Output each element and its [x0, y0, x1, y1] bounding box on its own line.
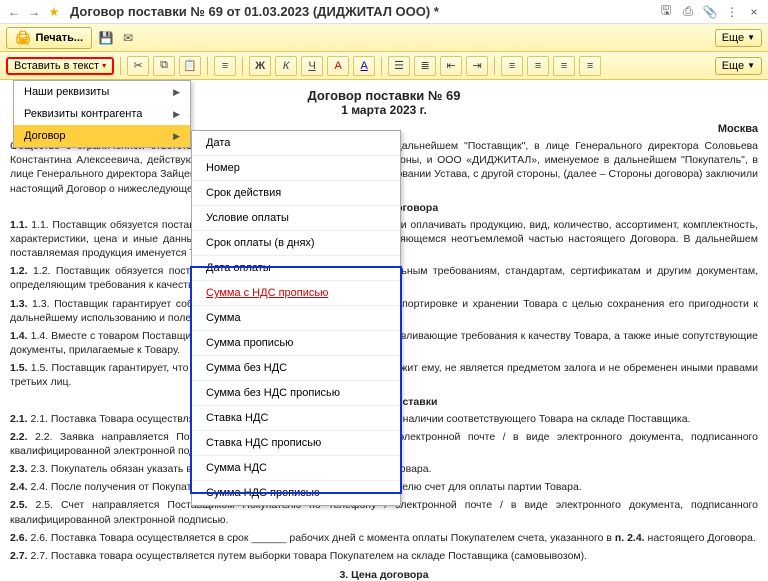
close-icon[interactable]: ×	[746, 4, 762, 20]
clip-icon[interactable]: 📎	[702, 4, 718, 20]
paste-icon[interactable]: 📋	[179, 56, 201, 76]
chevron-right-icon: ▶	[173, 109, 180, 120]
submenu-vat-sum-words[interactable]: Сумма НДС прописью	[192, 481, 400, 505]
submenu-pay-date[interactable]: Дата оплаты	[192, 256, 400, 281]
submenu-sum-vat-words[interactable]: Сумма с НДС прописью	[192, 281, 400, 306]
italic-button[interactable]: К	[275, 56, 297, 76]
submenu-pay-cond[interactable]: Условие оплаты	[192, 206, 400, 231]
menu-item-counterparty-requisites[interactable]: Реквизиты контрагента ▶	[14, 103, 190, 125]
mail-icon[interactable]: ✉	[120, 30, 136, 46]
submenu-sum[interactable]: Сумма	[192, 306, 400, 331]
submenu-pay-term[interactable]: Срок оплаты (в днях)	[192, 231, 400, 256]
menu-icon[interactable]: ⋮	[724, 4, 740, 20]
window-title: Договор поставки № 69 от 01.03.2023 (ДИД…	[70, 4, 658, 19]
chevron-right-icon: ▶	[173, 131, 180, 142]
align-center-icon[interactable]: ≡	[527, 56, 549, 76]
copy-icon[interactable]: ⧉	[153, 56, 175, 76]
list-number-icon[interactable]: ≣	[414, 56, 436, 76]
more-button-1[interactable]: Еще ▼	[715, 29, 762, 47]
cut-icon[interactable]: ✂	[127, 56, 149, 76]
toolbar-primary: 🖨 Печать... 💾 ✉ Еще ▼	[0, 24, 768, 52]
outdent-icon[interactable]: ⇤	[440, 56, 462, 76]
submenu-validity[interactable]: Срок действия	[192, 181, 400, 206]
align-left2-icon[interactable]: ≡	[501, 56, 523, 76]
list-bullet-icon[interactable]: ☰	[388, 56, 410, 76]
submenu-date[interactable]: Дата	[192, 131, 400, 156]
indent-icon[interactable]: ⇥	[466, 56, 488, 76]
back-icon[interactable]: ←	[6, 4, 22, 20]
font-color-button[interactable]: А	[353, 56, 375, 76]
submenu-vat-sum[interactable]: Сумма НДС	[192, 456, 400, 481]
submenu-number[interactable]: Номер	[192, 156, 400, 181]
more-button-2[interactable]: Еще ▼	[715, 57, 762, 75]
print-small-icon[interactable]: ⎙	[680, 4, 696, 20]
submenu-sum-novat-words[interactable]: Сумма без НДС прописью	[192, 381, 400, 406]
menu-item-our-requisites[interactable]: Наши реквизиты ▶	[14, 81, 190, 103]
printer-icon: 🖨	[15, 30, 32, 46]
toolbar-editor: Вставить в текст ▾ ✂ ⧉ 📋 ≡ Ж К Ч А А ☰ ≣…	[0, 52, 768, 80]
forward-icon[interactable]: →	[26, 4, 42, 20]
submenu-vat-rate-words[interactable]: Ставка НДС прописью	[192, 431, 400, 456]
align-justify-icon[interactable]: ≡	[579, 56, 601, 76]
chevron-down-icon: ▾	[102, 61, 106, 70]
chevron-right-icon: ▶	[173, 87, 180, 98]
para-2-6: 2.6. 2.6. Поставка Товара осуществляется…	[10, 531, 758, 545]
insert-text-button[interactable]: Вставить в текст ▾	[6, 57, 114, 75]
para-2-7: 2.7. 2.7. Поставка товара осуществляется…	[10, 549, 758, 563]
strike-button[interactable]: А	[327, 56, 349, 76]
chevron-down-icon: ▼	[747, 61, 755, 70]
align-right-icon[interactable]: ≡	[553, 56, 575, 76]
save-icon[interactable]: 💾	[98, 30, 114, 46]
submenu-sum-novat[interactable]: Сумма без НДС	[192, 356, 400, 381]
window-titlebar: ← → ★ Договор поставки № 69 от 01.03.202…	[0, 0, 768, 24]
print-button[interactable]: 🖨 Печать...	[6, 27, 92, 49]
section-3-title: 3. Цена договора	[10, 569, 758, 580]
bold-button[interactable]: Ж	[249, 56, 271, 76]
chevron-down-icon: ▼	[747, 33, 755, 42]
align-left-icon[interactable]: ≡	[214, 56, 236, 76]
submenu-sum-words[interactable]: Сумма прописью	[192, 331, 400, 356]
underline-button[interactable]: Ч	[301, 56, 323, 76]
submenu-vat-rate[interactable]: Ставка НДС	[192, 406, 400, 431]
save-disk-icon[interactable]: 🖫	[658, 4, 674, 20]
print-label: Печать...	[36, 32, 84, 44]
menu-item-contract[interactable]: Договор ▶	[14, 125, 190, 147]
star-icon[interactable]: ★	[46, 4, 62, 20]
insert-menu: Наши реквизиты ▶ Реквизиты контрагента ▶…	[13, 80, 191, 148]
contract-submenu: Дата Номер Срок действия Условие оплаты …	[191, 130, 401, 506]
